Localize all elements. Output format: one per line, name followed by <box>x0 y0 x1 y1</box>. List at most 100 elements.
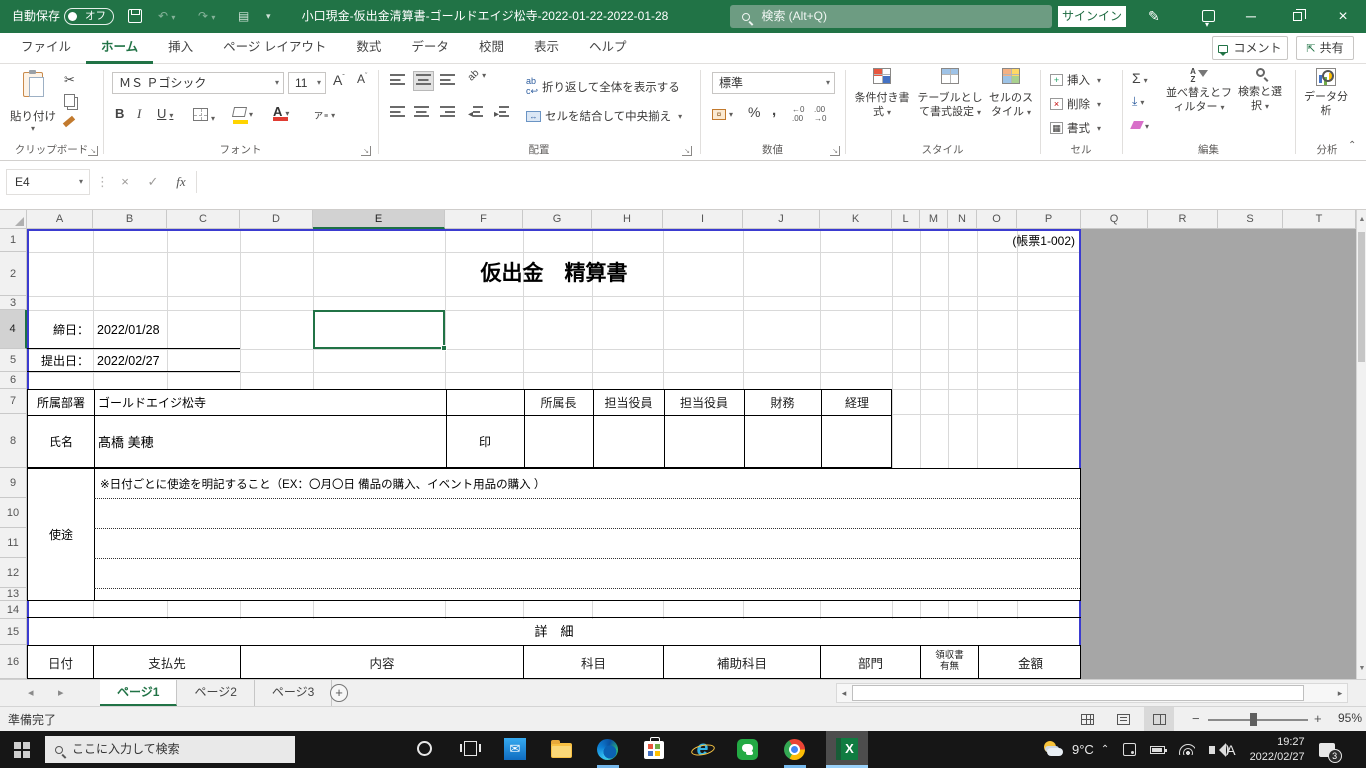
undo-icon[interactable]: ↶ ▾ <box>158 0 175 33</box>
font-name-combo[interactable]: ＭＳ Ｐゴシック▾ <box>112 72 284 94</box>
cell-detail-title[interactable]: 詳 細 <box>27 619 1081 645</box>
row-header-7[interactable]: 7 <box>0 389 27 414</box>
row-header-3[interactable]: 3 <box>0 296 27 310</box>
row-header-9[interactable]: 9 <box>0 468 27 498</box>
store-icon[interactable] <box>644 738 667 761</box>
copy-button[interactable] <box>64 94 75 107</box>
cortana-icon[interactable] <box>414 738 437 761</box>
zoom-in-button[interactable]: + <box>1314 711 1322 726</box>
percent-button[interactable]: % <box>748 104 760 120</box>
close-button[interactable]: × <box>1320 0 1366 33</box>
row-header-15[interactable]: 15 <box>0 619 27 645</box>
column-header-O[interactable]: O <box>977 210 1017 229</box>
print-preview-icon[interactable]: ▤ <box>238 0 249 33</box>
weather-icon[interactable] <box>1043 739 1065 761</box>
hidden-icons-chevron[interactable]: ⌃ <box>1101 744 1109 755</box>
format-cells-button[interactable]: ▦書式 <box>1050 120 1101 136</box>
formula-input[interactable] <box>200 169 1360 195</box>
excel-taskbar-active[interactable]: X <box>826 731 868 768</box>
column-header-E[interactable]: E <box>313 210 445 229</box>
cell-usage-label[interactable]: 使途 <box>28 469 94 600</box>
horizontal-scrollbar[interactable]: ◂ ▸ <box>836 683 1348 703</box>
insert-function-button[interactable]: fx <box>168 169 194 195</box>
ribbon-tab-ホーム[interactable]: ホーム <box>86 33 153 64</box>
align-top-button[interactable] <box>390 74 405 88</box>
signin-button[interactable]: サインイン <box>1058 6 1126 27</box>
cell-styles-button[interactable]: セルのスタイル <box>987 68 1035 119</box>
column-header-K[interactable]: K <box>820 210 892 229</box>
column-header-F[interactable]: F <box>445 210 523 229</box>
number-dialog-launcher[interactable] <box>830 146 840 156</box>
paste-button[interactable]: 貼り付け ▾ <box>10 70 56 142</box>
detail-header-cell[interactable]: 金額 <box>979 646 1082 678</box>
autosum-button[interactable]: Σ <box>1132 70 1148 86</box>
approval-stamp-box[interactable] <box>593 415 664 467</box>
new-sheet-button[interactable]: + <box>330 684 348 702</box>
comma-button[interactable]: , <box>772 102 776 119</box>
wrap-text-button[interactable]: abc↩折り返して全体を表示する <box>526 76 680 97</box>
detail-header-cell[interactable]: 科目 <box>524 646 664 678</box>
row-header-5[interactable]: 5 <box>0 349 27 372</box>
align-right-button[interactable] <box>440 106 455 120</box>
volume-icon[interactable] <box>1209 746 1215 754</box>
battery-icon[interactable] <box>1150 746 1165 754</box>
cancel-button[interactable]: × <box>112 169 138 195</box>
increase-indent-button[interactable]: ▸ <box>494 106 509 120</box>
cell-submit-date[interactable]: 2022/02/27 <box>97 349 160 372</box>
find-select-button[interactable]: 検索と選択 <box>1234 68 1286 113</box>
column-header-J[interactable]: J <box>743 210 820 229</box>
ribbon-tab-数式[interactable]: 数式 <box>341 33 396 64</box>
column-header-P[interactable]: P <box>1017 210 1081 229</box>
sheet-tab-ページ3[interactable]: ページ3 <box>255 680 332 706</box>
accounting-format-button[interactable]: ¤ <box>712 106 733 120</box>
detail-header-cell[interactable]: 部門 <box>821 646 921 678</box>
cell-dept-value[interactable]: ゴールドエイジ松寺 <box>98 390 438 415</box>
zoom-level[interactable]: 95% <box>1332 711 1362 725</box>
active-cell-e4[interactable] <box>313 310 445 349</box>
increase-font-button[interactable]: Aˆ <box>333 72 345 88</box>
alignment-dialog-launcher[interactable] <box>682 146 692 156</box>
row-header-6[interactable]: 6 <box>0 372 27 389</box>
clear-button[interactable] <box>1132 118 1149 132</box>
column-header-B[interactable]: B <box>93 210 167 229</box>
task-view-icon[interactable] <box>459 738 482 761</box>
vertical-scroll-thumb[interactable] <box>1358 232 1365 362</box>
insert-cells-button[interactable]: +挿入 <box>1050 72 1101 88</box>
column-header-L[interactable]: L <box>892 210 920 229</box>
ribbon-tab-校閲[interactable]: 校閲 <box>464 33 519 64</box>
ribbon-tab-データ[interactable]: データ <box>396 33 464 64</box>
share-button[interactable]: ⇱共有 <box>1296 36 1354 60</box>
column-header-H[interactable]: H <box>592 210 663 229</box>
decrease-decimal-button[interactable]: .00→0 <box>814 106 826 124</box>
qat-customize-icon[interactable]: ▾ <box>266 0 271 33</box>
data-analysis-button[interactable]: データ分析 <box>1299 68 1353 118</box>
font-dialog-launcher[interactable] <box>361 146 371 156</box>
vertical-scrollbar[interactable]: ▲ ▼ <box>1356 210 1366 679</box>
column-header-C[interactable]: C <box>167 210 240 229</box>
fill-handle[interactable] <box>441 345 447 351</box>
column-header-M[interactable]: M <box>920 210 948 229</box>
sheet-tab-ページ1[interactable]: ページ1 <box>100 680 177 706</box>
autosave-toggle[interactable]: オフ <box>64 8 114 25</box>
column-header-S[interactable]: S <box>1218 210 1283 229</box>
scroll-left-icon[interactable]: ◂ <box>837 684 851 702</box>
row-header-12[interactable]: 12 <box>0 558 27 588</box>
column-header-N[interactable]: N <box>948 210 977 229</box>
horizontal-scroll-thumb[interactable] <box>852 685 1304 701</box>
sheet-nav-prev-icon[interactable]: ◂ <box>28 680 34 706</box>
wifi-icon[interactable] <box>1179 744 1195 755</box>
cut-button[interactable]: ✂ <box>64 72 75 88</box>
sort-filter-button[interactable]: AZ並べ替えとフィルター <box>1166 68 1232 114</box>
detail-header-cell[interactable]: 補助科目 <box>664 646 821 678</box>
namebox-splitter[interactable]: ⋮ <box>96 169 108 195</box>
action-center-icon[interactable]: 3 <box>1319 743 1335 757</box>
column-header-Q[interactable]: Q <box>1081 210 1148 229</box>
scroll-right-icon[interactable]: ▸ <box>1333 684 1347 702</box>
column-header-R[interactable]: R <box>1148 210 1218 229</box>
column-header-D[interactable]: D <box>240 210 313 229</box>
phonetic-button[interactable]: ァ≡ <box>313 106 335 122</box>
underline-button[interactable]: U <box>157 106 173 121</box>
align-bottom-button[interactable] <box>440 74 455 88</box>
decrease-font-button[interactable]: Aˇ <box>357 72 367 86</box>
tablet-mode-icon[interactable] <box>1123 743 1136 756</box>
